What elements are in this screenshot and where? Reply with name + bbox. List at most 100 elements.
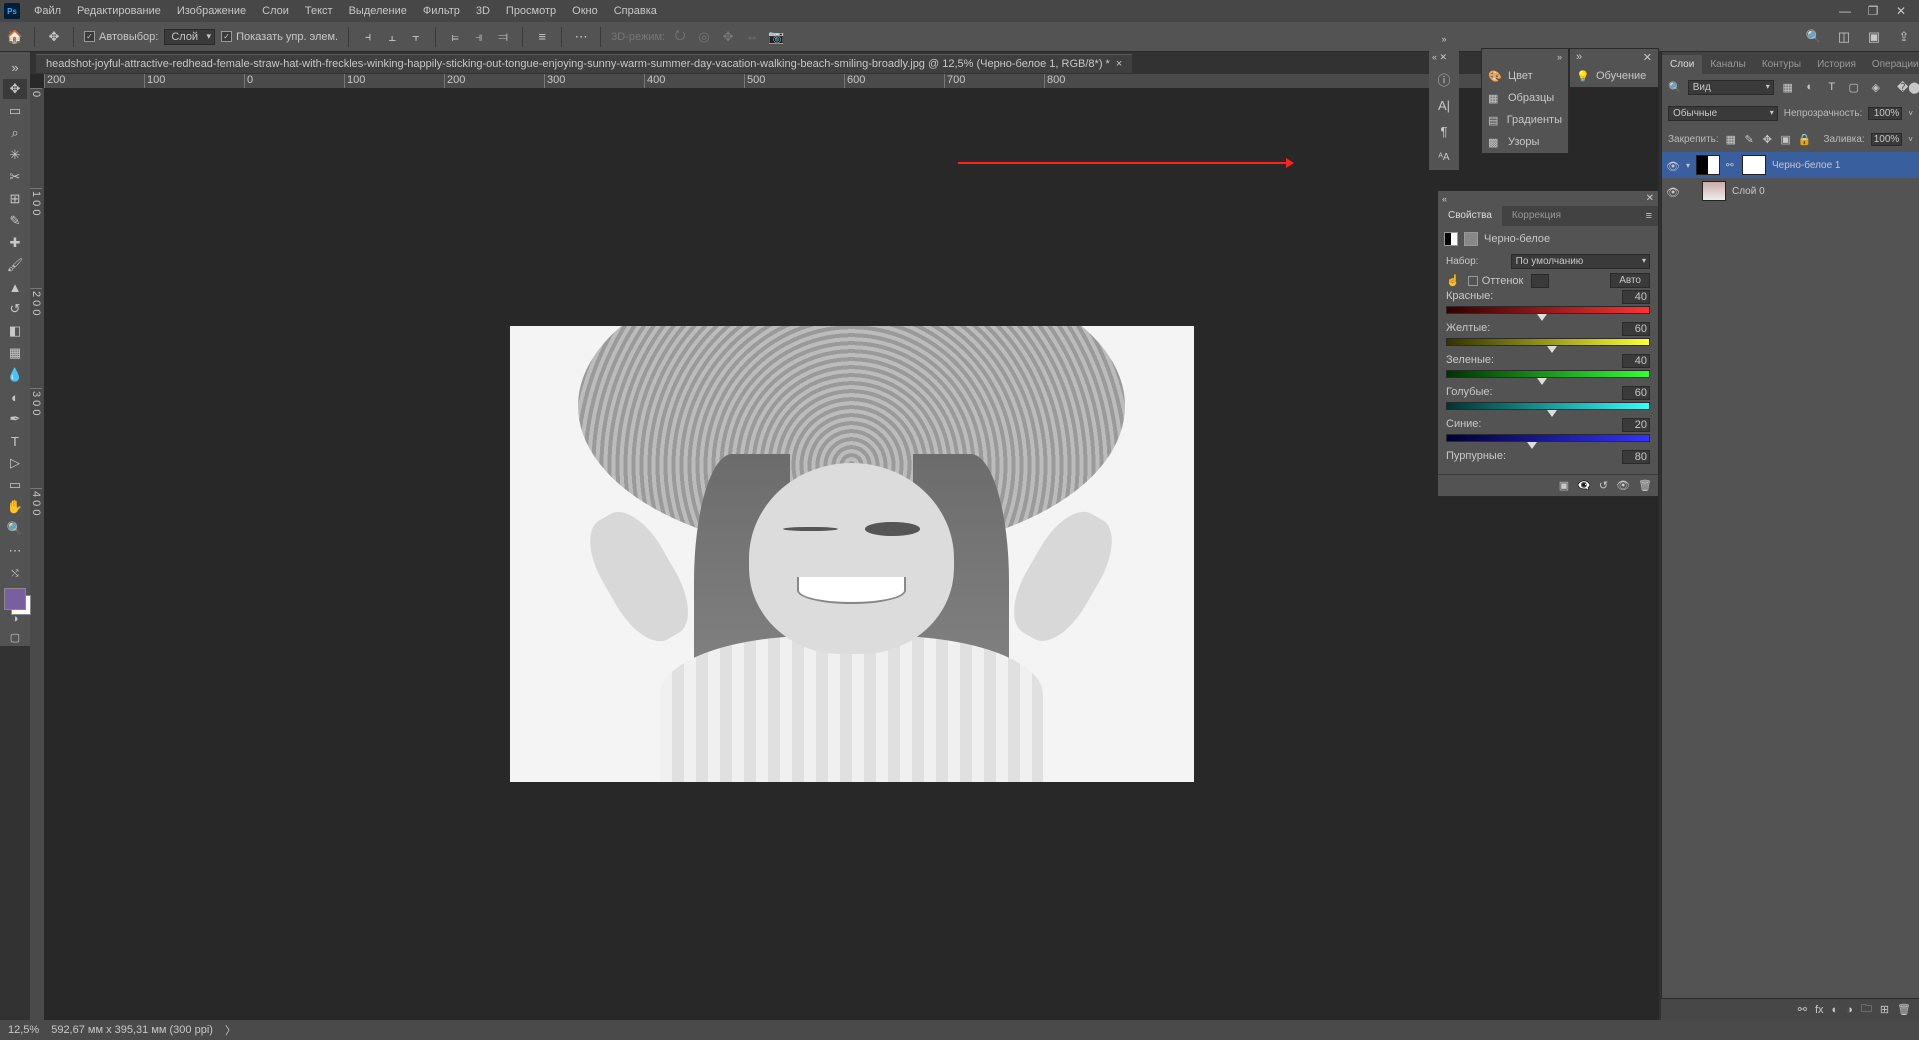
tab-paths[interactable]: Контуры xyxy=(1754,55,1809,74)
screenmode-icon[interactable]: ▢ xyxy=(5,628,25,646)
flyout-item-gradients[interactable]: ▤Градиенты xyxy=(1482,109,1568,131)
eraser-tool[interactable]: ◧ xyxy=(3,321,27,341)
reset-icon[interactable]: ↺ xyxy=(1599,479,1608,492)
props-collapse-icon[interactable]: « xyxy=(1442,194,1447,204)
link-icon[interactable]: ⚯ xyxy=(1726,160,1736,171)
menu-help[interactable]: Справка xyxy=(606,2,665,20)
tab-layers[interactable]: Слои xyxy=(1662,55,1702,74)
crop-tool[interactable]: ✂ xyxy=(3,167,27,187)
status-chevron-icon[interactable]: 〉 xyxy=(225,1022,236,1038)
path-tool[interactable]: ▷ xyxy=(3,453,27,473)
slider-value-input[interactable]: 20 xyxy=(1622,418,1650,432)
layer-thumb-mask[interactable] xyxy=(1742,155,1766,175)
tint-checkbox[interactable]: Оттенок xyxy=(1468,275,1524,287)
glyphs-panel-icon[interactable]: ᴬA xyxy=(1429,144,1459,170)
quickmask-icon[interactable]: ◑ xyxy=(5,610,25,628)
distribute-icon[interactable]: ≡ xyxy=(533,28,551,46)
slider-thumb[interactable] xyxy=(1547,346,1557,353)
more-icon[interactable]: ⋯ xyxy=(572,28,590,46)
slider-track[interactable] xyxy=(1446,306,1650,314)
previous-icon[interactable]: 👁‍🗨 xyxy=(1577,479,1591,492)
flyout-collapse-icon[interactable]: » xyxy=(1482,49,1568,65)
frame-tool[interactable]: ⊞ xyxy=(3,189,27,209)
menu-text[interactable]: Текст xyxy=(297,2,341,20)
window-minimize-icon[interactable]: — xyxy=(1831,1,1859,21)
menu-edit[interactable]: Редактирование xyxy=(69,2,169,20)
eyedropper-tool[interactable]: ✎ xyxy=(3,211,27,231)
link-layers-icon[interactable]: ⚯ xyxy=(1798,1003,1807,1016)
tab-channels[interactable]: Каналы xyxy=(1702,55,1754,74)
slider-track[interactable] xyxy=(1446,338,1650,346)
filter-smart-icon[interactable]: ◈ xyxy=(1868,81,1884,94)
autoselect-checkbox[interactable]: ✓Автовыбор: xyxy=(84,31,158,43)
opacity-input[interactable]: 100% xyxy=(1868,107,1902,120)
chevron-down-icon[interactable]: ▾ xyxy=(1686,161,1690,170)
menu-file[interactable]: Файл xyxy=(26,2,69,20)
pen-tool[interactable]: ✒ xyxy=(3,409,27,429)
panel-menu-icon[interactable]: ≡ xyxy=(1640,206,1658,226)
slider-value-input[interactable]: 40 xyxy=(1622,290,1650,304)
flyout2-close-icon[interactable]: ✕ xyxy=(1643,51,1652,64)
character-panel-icon[interactable]: A| xyxy=(1429,92,1459,118)
zoom-tool[interactable]: 🔍 xyxy=(3,519,27,539)
new-layer-icon[interactable]: ⊞ xyxy=(1880,1003,1889,1016)
slider-track[interactable] xyxy=(1446,370,1650,378)
zoom-value[interactable]: 12,5% xyxy=(8,1024,39,1036)
auto-button[interactable]: Авто xyxy=(1610,273,1650,288)
expand-icon[interactable]: » xyxy=(1429,30,1459,48)
slider-thumb[interactable] xyxy=(1537,314,1547,321)
delete-adjustment-icon[interactable]: 🗑 xyxy=(1638,479,1652,492)
group-icon[interactable]: 🗀 xyxy=(1861,1000,1872,1019)
edit-toolbar[interactable]: ⋯ xyxy=(3,541,27,561)
layer-name[interactable]: Слой 0 xyxy=(1732,186,1765,197)
paragraph-panel-icon[interactable]: ¶ xyxy=(1429,118,1459,144)
tab-adjustments[interactable]: Коррекция xyxy=(1502,206,1571,226)
props-close-icon[interactable]: ✕ xyxy=(1646,193,1654,204)
layer-thumb[interactable] xyxy=(1702,181,1726,201)
layer-row[interactable]: 👁 Слой 0 xyxy=(1662,178,1919,204)
tint-swatch[interactable] xyxy=(1531,274,1549,288)
search-icon[interactable]: 🔍 xyxy=(1805,28,1823,46)
menu-window[interactable]: Окно xyxy=(564,2,606,20)
wand-tool[interactable]: ✳ xyxy=(3,145,27,165)
history-brush-tool[interactable]: ↺ xyxy=(3,299,27,319)
filter-toggle[interactable]: �⬤ xyxy=(1897,81,1913,94)
slider-value-input[interactable]: 80 xyxy=(1622,450,1650,464)
layer-name[interactable]: Черно-белое 1 xyxy=(1772,160,1840,171)
tab-history[interactable]: История xyxy=(1809,55,1864,74)
autoselect-target-select[interactable]: Слой xyxy=(164,29,215,45)
workspace-icon[interactable]: ◫ xyxy=(1835,28,1853,46)
stamp-tool[interactable]: ▲ xyxy=(3,277,27,297)
brush-tool[interactable]: 🖌 xyxy=(3,255,27,275)
visibility-icon[interactable]: 👁 xyxy=(1666,160,1680,170)
tab-properties[interactable]: Свойства xyxy=(1438,206,1502,226)
menu-3d[interactable]: 3D xyxy=(468,2,498,20)
preset-select[interactable]: По умолчанию xyxy=(1511,254,1650,269)
slider-thumb[interactable] xyxy=(1537,378,1547,385)
filter-pixel-icon[interactable]: ▦ xyxy=(1780,81,1796,94)
filter-adjust-icon[interactable]: ◐ xyxy=(1802,81,1818,93)
gradient-tool[interactable]: ▦ xyxy=(3,343,27,363)
align-hcenter-icon[interactable]: ⫠ xyxy=(383,28,401,46)
blend-mode-select[interactable]: Обычные xyxy=(1668,106,1778,121)
collapse-icon[interactable]: » xyxy=(3,57,27,77)
blur-tool[interactable]: 💧 xyxy=(3,365,27,385)
flyout-item-learn[interactable]: 💡Обучение xyxy=(1570,65,1658,87)
info-panel-icon[interactable]: ⓘ xyxy=(1429,66,1459,92)
align-top-icon[interactable]: ⫢ xyxy=(446,28,464,46)
close-tab-icon[interactable]: × xyxy=(1116,58,1122,70)
slider-thumb[interactable] xyxy=(1527,442,1537,449)
marquee-tool[interactable]: ▭ xyxy=(3,101,27,121)
lock-brush-icon[interactable]: ✎ xyxy=(1743,133,1755,146)
lock-position-icon[interactable]: ✥ xyxy=(1761,133,1773,146)
document-tab[interactable]: headshot-joyful-attractive-redhead-femal… xyxy=(36,54,1132,73)
lock-all-icon[interactable]: 🔒 xyxy=(1798,133,1812,146)
align-right-icon[interactable]: ⫟ xyxy=(407,28,425,46)
showcontrols-checkbox[interactable]: ✓Показать упр. элем. xyxy=(221,31,338,43)
menu-view[interactable]: Просмотр xyxy=(498,2,564,20)
lock-pixels-icon[interactable]: ▦ xyxy=(1725,133,1737,146)
flyout-item-color[interactable]: 🎨Цвет xyxy=(1482,65,1568,87)
menu-select[interactable]: Выделение xyxy=(341,2,415,20)
slider-value-input[interactable]: 60 xyxy=(1622,322,1650,336)
close-panel-icon[interactable]: « ✕ xyxy=(1429,48,1459,66)
